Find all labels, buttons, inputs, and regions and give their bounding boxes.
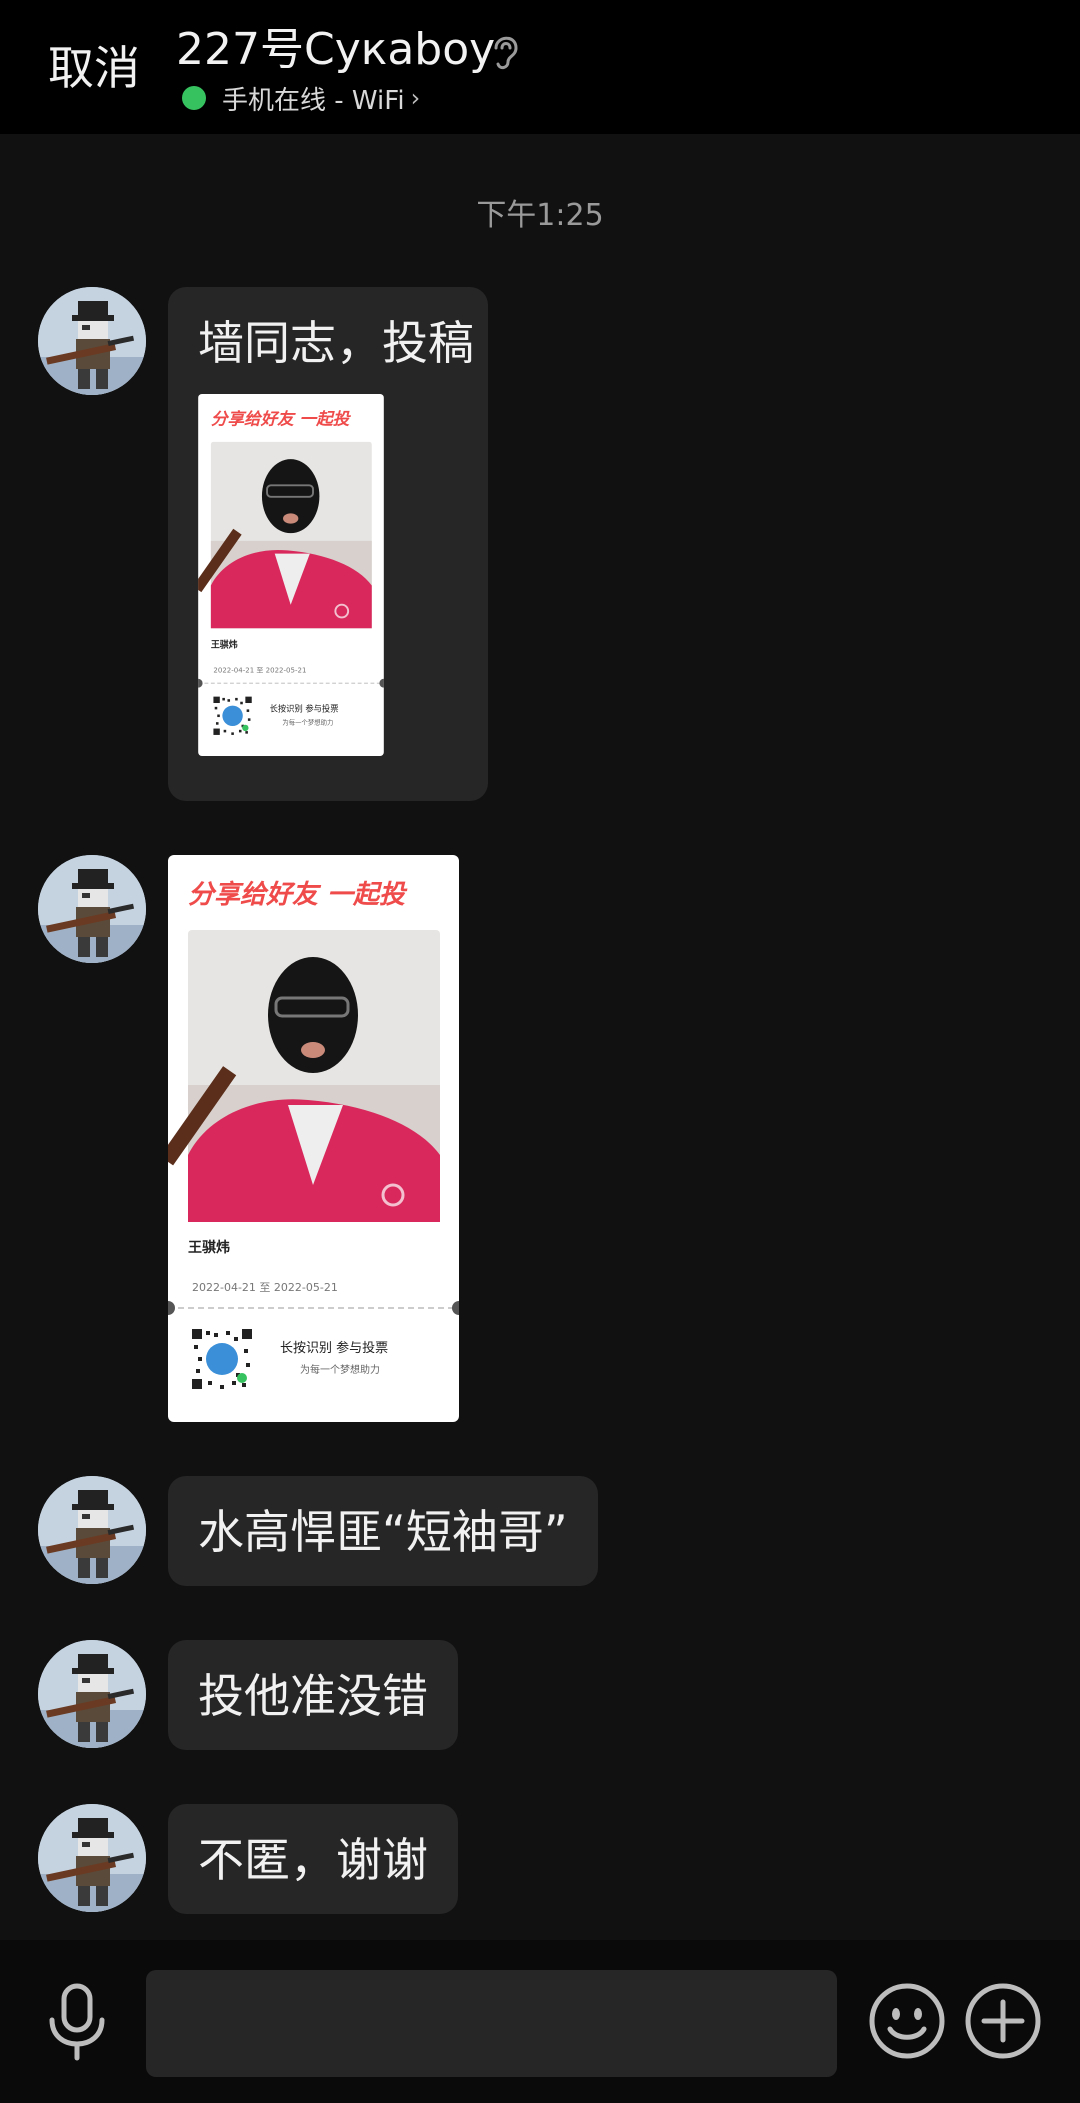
chat-header: 取消 227号Cyкaboy 手机在线 - WiFi › xyxy=(0,0,1080,134)
online-status-text: 手机在线 - WiFi xyxy=(222,85,405,116)
contact-name[interactable]: 227号Cyкaboy xyxy=(176,22,495,78)
message-bubble[interactable]: 投他准没错 xyxy=(168,1640,458,1750)
chevron-right-icon: › xyxy=(410,84,421,112)
input-bar xyxy=(0,1940,1080,2103)
message-bubble[interactable]: 水高悍匪“短袖哥” xyxy=(168,1476,598,1586)
avatar[interactable] xyxy=(38,287,146,395)
avatar[interactable] xyxy=(38,855,146,963)
message-text: 不匿，谢谢 xyxy=(198,1833,428,1887)
message-bubble[interactable]: 不匿，谢谢 xyxy=(168,1804,458,1914)
online-dot-icon xyxy=(182,86,206,110)
microphone-icon[interactable] xyxy=(44,1982,110,2062)
vote-card-image[interactable] xyxy=(168,855,459,1422)
avatar[interactable] xyxy=(38,1476,146,1584)
message-text: 水高悍匪“短袖哥” xyxy=(198,1505,568,1559)
emoji-icon[interactable] xyxy=(868,1982,946,2060)
plus-icon[interactable] xyxy=(964,1982,1042,2060)
avatar[interactable] xyxy=(38,1640,146,1748)
cancel-button[interactable]: 取消 xyxy=(48,40,140,96)
message-text: 墙同志，投稿 xyxy=(198,316,474,370)
message-timestamp: 下午1:25 xyxy=(476,198,604,233)
ear-icon[interactable] xyxy=(486,28,526,72)
avatar[interactable] xyxy=(38,1804,146,1912)
online-status[interactable]: 手机在线 - WiFi › xyxy=(182,80,420,116)
message-text: 投他准没错 xyxy=(198,1669,428,1723)
vote-card-image-thumbnail[interactable] xyxy=(198,394,384,756)
message-input[interactable] xyxy=(146,1970,837,2077)
message-bubble-text-image[interactable]: 墙同志，投稿 xyxy=(168,287,488,801)
